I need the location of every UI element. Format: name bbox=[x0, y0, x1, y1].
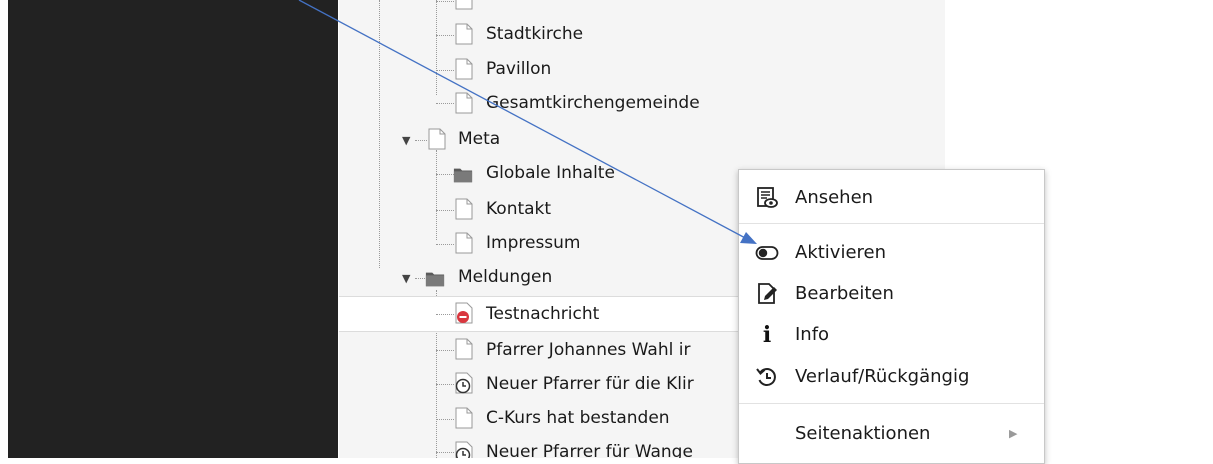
tree-item-label[interactable]: Pfarrer Johannes Wahl ir bbox=[486, 340, 690, 360]
tree-guide-line bbox=[436, 150, 437, 240]
menu-item-seitenaktionen[interactable]: Seitenaktionen ▶ bbox=[739, 413, 1044, 453]
tree-item-label[interactable]: Stadtkirche bbox=[486, 24, 583, 44]
page-scheduled-icon bbox=[455, 372, 473, 394]
menu-item-label: Verlauf/Rückgängig bbox=[795, 366, 970, 387]
menu-item-label: Seitenaktionen bbox=[795, 423, 931, 444]
view-page-icon bbox=[757, 187, 778, 208]
tree-guide-line bbox=[436, 0, 437, 95]
menu-divider bbox=[739, 223, 1044, 224]
context-menu: Ansehen Aktivieren Bearbeiten i Info Ver… bbox=[738, 169, 1045, 464]
page-icon bbox=[428, 128, 446, 150]
tree-item-label[interactable]: Pavillon bbox=[486, 59, 551, 79]
page-icon bbox=[455, 58, 473, 80]
menu-item-label: Info bbox=[795, 324, 830, 345]
toggle-icon bbox=[755, 246, 779, 260]
tree-item-label[interactable]: Meldungen bbox=[458, 267, 552, 287]
tree-item-label[interactable]: Neuer Pfarrer für die Klir bbox=[486, 374, 694, 394]
page-icon bbox=[455, 407, 473, 429]
tree-guide-line bbox=[379, 0, 380, 268]
tree-connector bbox=[436, 314, 454, 315]
tree-item-label[interactable]: Globale Inhalte bbox=[486, 163, 615, 183]
menu-item-label: Bearbeiten bbox=[795, 283, 894, 304]
menu-item-ansehen[interactable]: Ansehen bbox=[739, 178, 1044, 218]
page-icon bbox=[455, 92, 473, 114]
info-icon: i bbox=[762, 322, 772, 348]
tree-connector bbox=[436, 384, 454, 385]
tree-connector bbox=[436, 419, 454, 420]
tree-item-label[interactable]: Gesamtkirchengemeinde bbox=[486, 93, 700, 113]
folder-icon bbox=[425, 272, 445, 287]
history-icon bbox=[756, 368, 776, 386]
tree-connector bbox=[436, 1, 454, 2]
edit-document-icon bbox=[758, 283, 777, 304]
page-hidden-icon bbox=[455, 302, 473, 324]
tree-connector bbox=[436, 174, 454, 175]
submenu-arrow-icon: ▶ bbox=[1009, 427, 1018, 440]
page-icon bbox=[455, 198, 473, 220]
tree-connector bbox=[415, 140, 427, 141]
menu-item-verlauf[interactable]: Verlauf/Rückgängig bbox=[739, 356, 1044, 396]
tree-item-label[interactable]: Testnachricht bbox=[486, 304, 599, 324]
tree-connector bbox=[436, 350, 454, 351]
tree-connector bbox=[436, 103, 454, 104]
page-icon bbox=[455, 23, 473, 45]
tree-connector bbox=[436, 70, 454, 71]
menu-item-label: Aktivieren bbox=[795, 242, 887, 263]
page-icon bbox=[455, 0, 473, 10]
menu-item-bearbeiten[interactable]: Bearbeiten bbox=[739, 273, 1044, 313]
tree-item-label[interactable]: C-Kurs hat bestanden bbox=[486, 408, 670, 428]
tree-item-label[interactable]: Impressum bbox=[486, 233, 581, 253]
menu-item-info[interactable]: i Info bbox=[739, 315, 1044, 355]
page-icon bbox=[455, 232, 473, 254]
menu-item-label: Ansehen bbox=[795, 187, 874, 208]
collapse-toggle-icon[interactable]: ▼ bbox=[402, 134, 410, 147]
tree-connector bbox=[436, 452, 454, 453]
tree-connector bbox=[415, 278, 425, 279]
page-scheduled-icon bbox=[455, 441, 473, 458]
page-icon bbox=[455, 338, 473, 360]
tree-connector bbox=[436, 35, 454, 36]
folder-icon bbox=[453, 168, 473, 183]
tree-item-label[interactable]: Neuer Pfarrer für Wange bbox=[486, 442, 693, 458]
tree-item-label[interactable]: Kontakt bbox=[486, 199, 551, 219]
collapse-toggle-icon[interactable]: ▼ bbox=[402, 272, 410, 285]
dark-left-panel bbox=[8, 0, 338, 458]
tree-connector bbox=[436, 244, 454, 245]
menu-divider bbox=[739, 403, 1044, 404]
tree-connector bbox=[436, 210, 454, 211]
menu-item-aktivieren[interactable]: Aktivieren bbox=[739, 232, 1044, 272]
tree-item-label[interactable]: Meta bbox=[458, 129, 500, 149]
